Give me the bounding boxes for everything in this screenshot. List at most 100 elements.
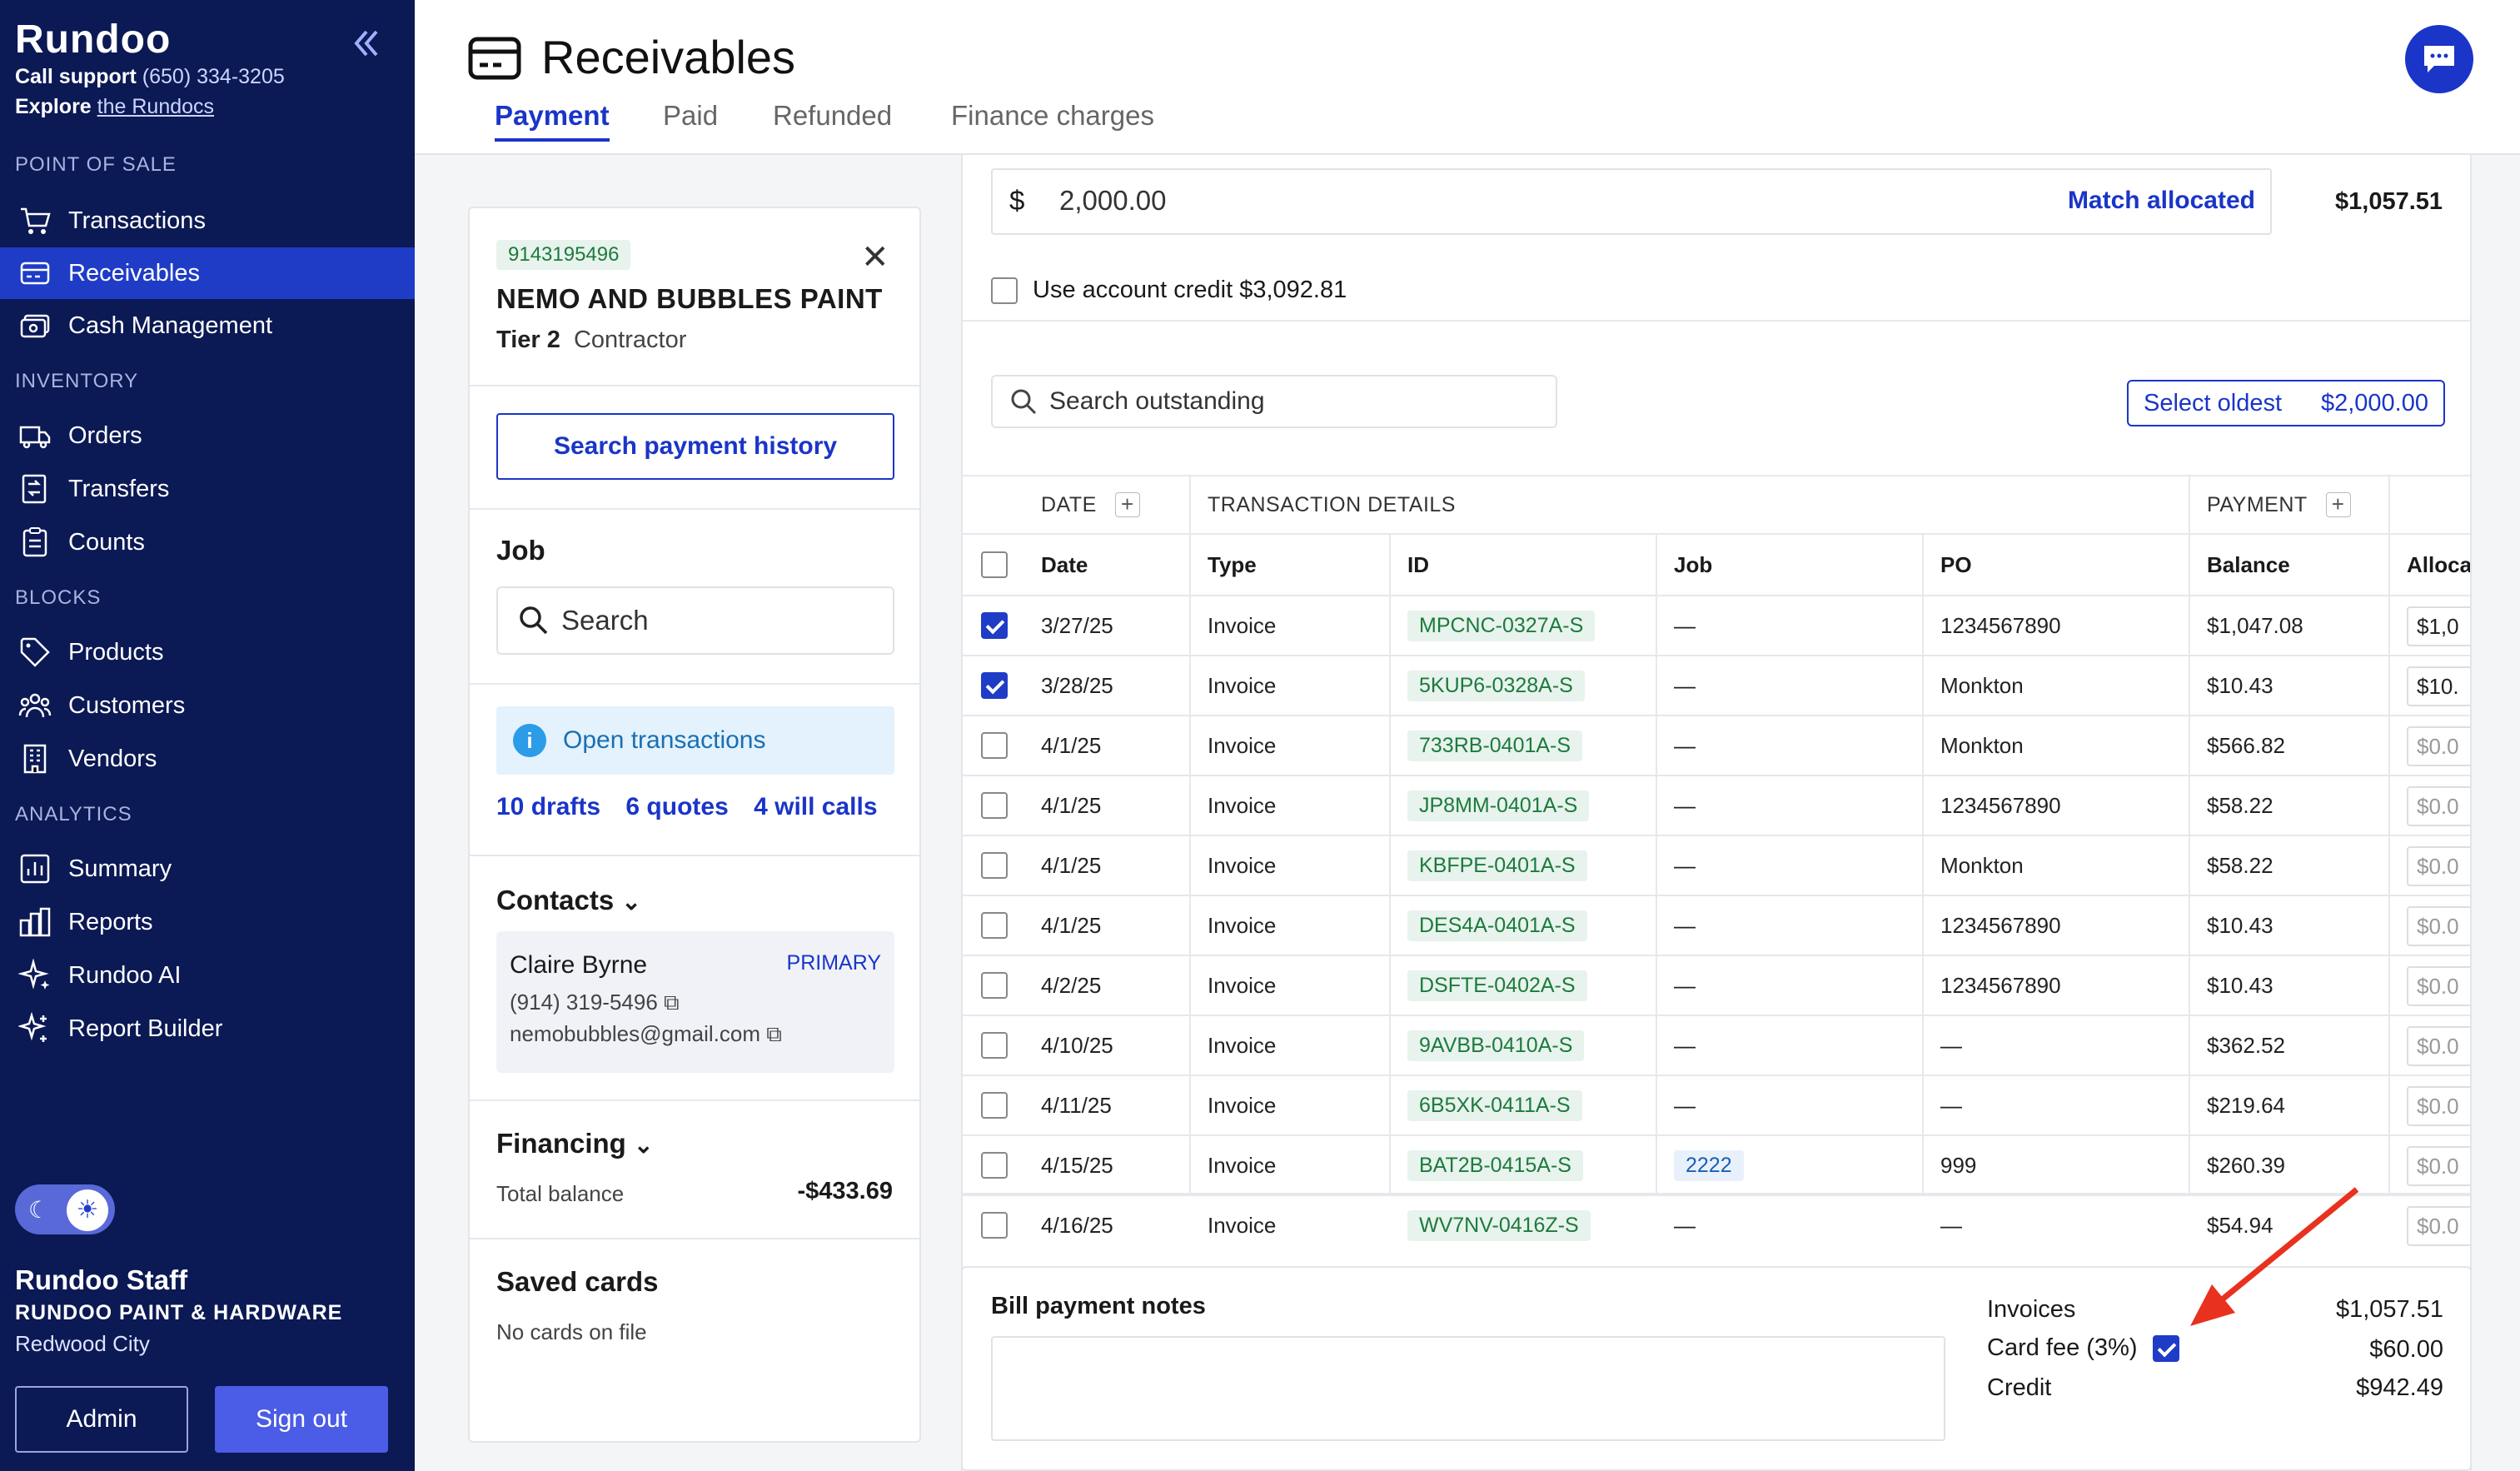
row-allocated-input[interactable]: $0.0 [2407,1026,2470,1066]
open-transactions-banner[interactable]: i Open transactions [496,706,894,775]
use-credit-checkbox[interactable] [991,277,1018,304]
col-job[interactable]: Job [1674,535,1712,595]
row-id-link[interactable]: WV7NV-0416Z-S [1407,1209,1591,1241]
admin-button[interactable]: Admin [15,1386,188,1453]
payment-amount-input[interactable]: $ 2,000.00 Match allocated [991,168,2272,235]
sidebar-item-rundoo-ai[interactable]: Rundoo AI [0,950,415,1001]
row-checkbox[interactable] [981,1212,1008,1239]
sign-out-button[interactable]: Sign out [215,1386,388,1453]
sidebar-item-label: Customers [68,691,186,719]
tab-payment[interactable]: Payment [495,100,610,142]
row-id-link[interactable]: 9AVBB-0410A-S [1407,1030,1585,1061]
search-outstanding-input[interactable]: Search outstanding [991,375,1557,428]
col-type[interactable]: Type [1208,535,1257,595]
search-payment-history-button[interactable]: Search payment history [496,413,894,480]
row-checkbox[interactable] [981,852,1008,879]
tab-finance-charges[interactable]: Finance charges [951,100,1154,132]
collapse-sidebar-icon[interactable] [348,25,385,62]
row-checkbox[interactable] [981,612,1008,639]
sidebar-item-receivables[interactable]: Receivables [0,247,415,299]
sidebar-item-counts[interactable]: Counts [0,516,415,568]
use-credit-row[interactable]: Use account credit $3,092.81 [991,277,1347,304]
row-balance: $10.43 [2207,972,2273,998]
sidebar-item-vendors[interactable]: Vendors [0,733,415,785]
rundocs-link[interactable]: the Rundocs [97,95,214,118]
row-allocated-input[interactable]: $1,0 [2407,606,2470,646]
row-id-link[interactable]: BAT2B-0415A-S [1407,1149,1583,1181]
row-checkbox[interactable] [981,972,1008,999]
theme-toggle[interactable]: ☾ ☀ [15,1184,115,1234]
row-checkbox[interactable] [981,1152,1008,1179]
row-allocated-input[interactable]: $0.0 [2407,786,2470,826]
sidebar-item-orders[interactable]: Orders [0,410,415,461]
row-allocated-input[interactable]: $0.0 [2407,1146,2470,1186]
drafts-link[interactable]: 10 drafts [496,793,600,820]
row-allocated-input[interactable]: $0.0 [2407,846,2470,886]
sidebar-item-reports[interactable]: Reports [0,896,415,948]
people-icon [17,687,53,724]
row-checkbox[interactable] [981,732,1008,759]
add-column-icon[interactable]: + [2325,492,2351,517]
invoices-label: Invoices [1987,1296,2076,1323]
sidebar-item-products[interactable]: Products [0,626,415,678]
row-allocated-input[interactable]: $0.0 [2407,1206,2470,1246]
row-checkbox[interactable] [981,1092,1008,1119]
select-all-checkbox[interactable] [981,551,1008,578]
column-divider [1656,535,1657,1194]
account-id-badge[interactable]: 9143195496 [496,240,631,270]
row-job-cell: — [1674,1076,1696,1134]
copy-icon[interactable]: ⧉ [766,1021,782,1046]
sidebar-item-summary[interactable]: Summary [0,843,415,895]
row-id-link[interactable]: 5KUP6-0328A-S [1407,670,1585,701]
col-allocated[interactable]: Allocat [2407,535,2470,595]
row-id-link[interactable]: 6B5XK-0411A-S [1407,1090,1582,1121]
contacts-toggle[interactable]: Contacts ⌄ [496,885,641,916]
row-id-link[interactable]: 733RB-0401A-S [1407,730,1583,761]
select-oldest-button[interactable]: Select oldest $2,000.00 [2127,380,2445,426]
sidebar-item-transactions[interactable]: Transactions [0,195,415,247]
tab-paid[interactable]: Paid [663,100,718,132]
col-id[interactable]: ID [1407,535,1429,595]
row-id-link[interactable]: DES4A-0401A-S [1407,910,1587,941]
row-allocated-input[interactable]: $0.0 [2407,906,2470,946]
bill-payment-notes-textarea[interactable] [991,1336,1945,1441]
sidebar-item-transfers[interactable]: Transfers [0,463,415,515]
row-checkbox[interactable] [981,912,1008,939]
row-type: Invoice [1208,972,1277,998]
row-allocated-input[interactable]: $0.0 [2407,966,2470,1006]
row-allocated-input[interactable]: $0.0 [2407,1086,2470,1126]
row-allocated-input[interactable]: $10. [2407,666,2470,706]
row-checkbox[interactable] [981,1032,1008,1059]
quotes-link[interactable]: 6 quotes [625,793,728,820]
col-balance[interactable]: Balance [2207,535,2290,595]
receivables-icon [468,37,521,80]
row-allocated-input[interactable]: $0.0 [2407,726,2470,766]
sidebar-item-report-builder[interactable]: Report Builder [0,1003,415,1055]
row-checkbox[interactable] [981,672,1008,699]
job-search-input[interactable]: Search [496,586,894,655]
support-phone[interactable]: (650) 334-3205 [142,65,285,88]
row-job[interactable]: 2222 [1674,1149,1744,1181]
sidebar-item-cash-management[interactable]: Cash Management [0,300,415,352]
column-divider [2189,475,2190,1194]
row-id-link[interactable]: MPCNC-0327A-S [1407,610,1596,641]
row-id-link[interactable]: DSFTE-0402A-S [1407,970,1587,1001]
will-calls-link[interactable]: 4 will calls [754,793,877,820]
match-allocated-button[interactable]: Match allocated [2068,187,2255,215]
row-select-cell [981,1196,1008,1254]
sidebar-item-label: Receivables [68,259,200,287]
row-id-link[interactable]: JP8MM-0401A-S [1407,790,1590,821]
row-id-link[interactable]: KBFPE-0401A-S [1407,850,1587,881]
row-checkbox[interactable] [981,792,1008,819]
add-column-icon[interactable]: + [1114,492,1140,517]
col-po[interactable]: PO [1940,535,1972,595]
close-icon[interactable]: ✕ [861,238,889,277]
col-date[interactable]: Date [1041,535,1088,595]
financing-toggle[interactable]: Financing ⌄ [496,1128,653,1159]
copy-icon[interactable]: ⧉ [664,990,680,1015]
chat-button[interactable] [2405,25,2473,93]
row-balance: $10.43 [2207,672,2273,698]
sidebar-item-customers[interactable]: Customers [0,680,415,731]
tab-refunded[interactable]: Refunded [773,100,892,132]
card-fee-checkbox[interactable] [2152,1334,2179,1362]
